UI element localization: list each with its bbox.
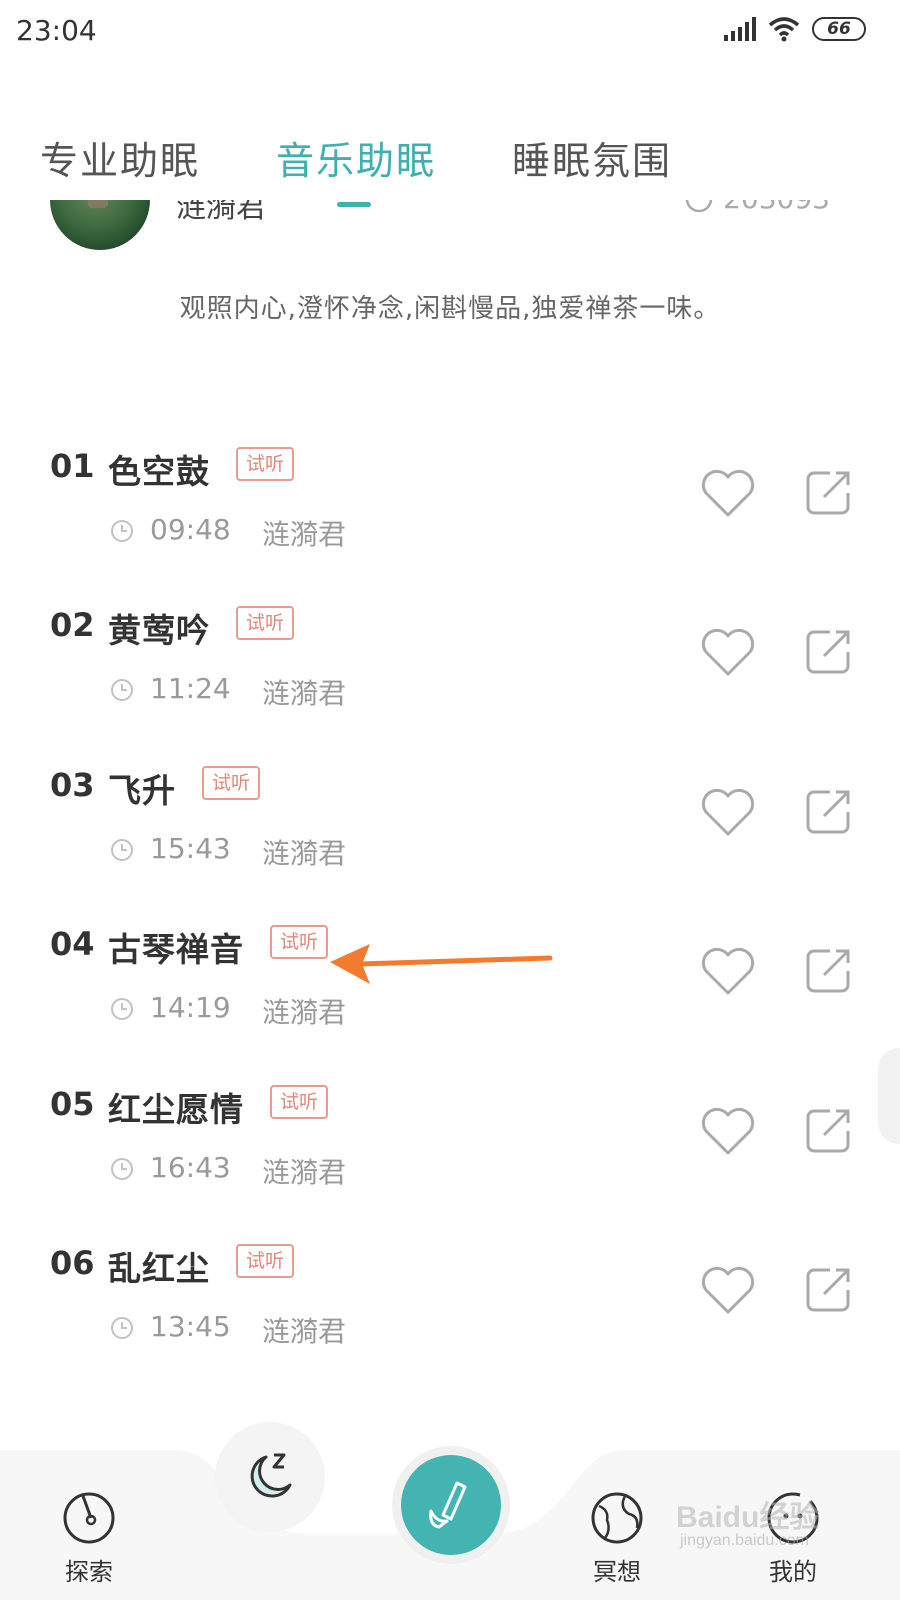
edge-scroll-handle[interactable] [878,1048,900,1144]
nav-explore[interactable]: 探索 [34,1490,144,1587]
track-artist: 涟漪君 [262,996,347,1029]
status-time: 23:04 [16,14,97,47]
pen-icon [429,1481,467,1529]
track-number: 03 [50,766,95,804]
center-button-inner [401,1455,501,1555]
heart-icon[interactable] [700,945,756,997]
heart-icon[interactable] [700,467,756,519]
compass-icon [63,1492,115,1544]
track-artist: 涟漪君 [262,1315,347,1348]
track-number: 02 [50,606,95,644]
track-number: 05 [50,1085,95,1123]
track-duration: 11:24 [150,672,231,705]
track-row[interactable]: 02 黄莺吟 试听 11:24 涟漪君 [0,606,900,766]
track-duration: 16:43 [150,1151,231,1184]
clock-icon [111,679,133,701]
author-bio: 观照内心,澄怀净念,闲斟慢品,独爱禅茶一味。 [179,294,721,324]
clock-icon [111,1158,133,1180]
heart-icon[interactable] [700,1264,756,1316]
tab-active-indicator [337,202,371,207]
tab-professional-sleep[interactable]: 专业助眠 [40,130,200,185]
share-icon[interactable] [804,628,852,676]
trial-badge[interactable]: 试听 [270,1085,329,1119]
share-icon[interactable] [804,1266,852,1314]
share-icon[interactable] [804,947,852,995]
track-title: 古琴禅音 [108,930,244,969]
track-title: 飞升 [108,771,176,810]
heart-icon[interactable] [700,1105,756,1157]
signal-icon [724,17,756,41]
tab-sleep-atmosphere[interactable]: 睡眠氛围 [512,130,672,185]
status-bar: 23:04 66 [0,0,900,62]
track-duration: 13:45 [150,1310,231,1343]
track-duration: 09:48 [150,513,231,546]
trial-badge[interactable]: 试听 [202,766,261,800]
watermark-url: jingyan.baidu.com [680,1532,809,1549]
nav-meditate[interactable]: 冥想 [562,1490,672,1587]
bottom-nav: 探索 冥想 我的 Baidu经验 jingyan.baidu.com [0,1422,900,1600]
clock-icon [111,520,133,542]
track-title: 色空鼓 [108,452,210,491]
trial-badge[interactable]: 试听 [270,925,329,959]
share-icon[interactable] [804,469,852,517]
nav-sleep[interactable] [215,1422,325,1532]
track-artist: 涟漪君 [262,837,347,870]
nav-center-button[interactable] [392,1446,510,1564]
heart-icon[interactable] [700,626,756,678]
track-duration: 14:19 [150,991,231,1024]
track-duration: 15:43 [150,832,231,865]
clock-icon [111,1317,133,1339]
trial-badge[interactable]: 试听 [236,447,295,481]
track-artist: 涟漪君 [262,1156,347,1189]
status-icons: 66 [724,16,866,42]
track-number: 04 [50,925,95,963]
track-number: 06 [50,1244,95,1282]
wifi-icon [768,17,800,42]
track-title: 黄莺吟 [108,611,210,650]
track-row[interactable]: 05 红尘愿情 试听 16:43 涟漪君 [0,1085,900,1245]
track-title: 红尘愿情 [108,1090,244,1129]
trial-badge[interactable]: 试听 [236,606,295,640]
moon-sleep-icon [250,1453,292,1498]
trial-badge[interactable]: 试听 [236,1244,295,1278]
share-icon[interactable] [804,788,852,836]
track-number: 01 [50,447,95,485]
tab-bar: 专业助眠 音乐助眠 睡眠氛围 [0,130,900,210]
clock-icon [111,998,133,1020]
nav-meditate-label: 冥想 [593,1558,641,1586]
track-title: 乱红尘 [108,1249,210,1288]
globe-icon [591,1492,643,1544]
tab-music-sleep[interactable]: 音乐助眠 [276,130,436,185]
clock-icon [111,839,133,861]
track-artist: 涟漪君 [262,677,347,710]
share-icon[interactable] [804,1107,852,1155]
nav-mine-label: 我的 [769,1558,817,1586]
track-row[interactable]: 03 飞升 试听 15:43 涟漪君 [0,766,900,926]
heart-icon[interactable] [700,786,756,838]
annotation-arrow-icon [330,944,553,984]
watermark: Baidu经验 [676,1501,820,1534]
track-artist: 涟漪君 [262,518,347,551]
track-row[interactable]: 06 乱红尘 试听 13:45 涟漪君 [0,1244,900,1404]
nav-explore-label: 探索 [65,1558,113,1586]
track-row[interactable]: 01 色空鼓 试听 09:48 涟漪君 [0,447,900,607]
battery-indicator: 66 [812,17,866,41]
